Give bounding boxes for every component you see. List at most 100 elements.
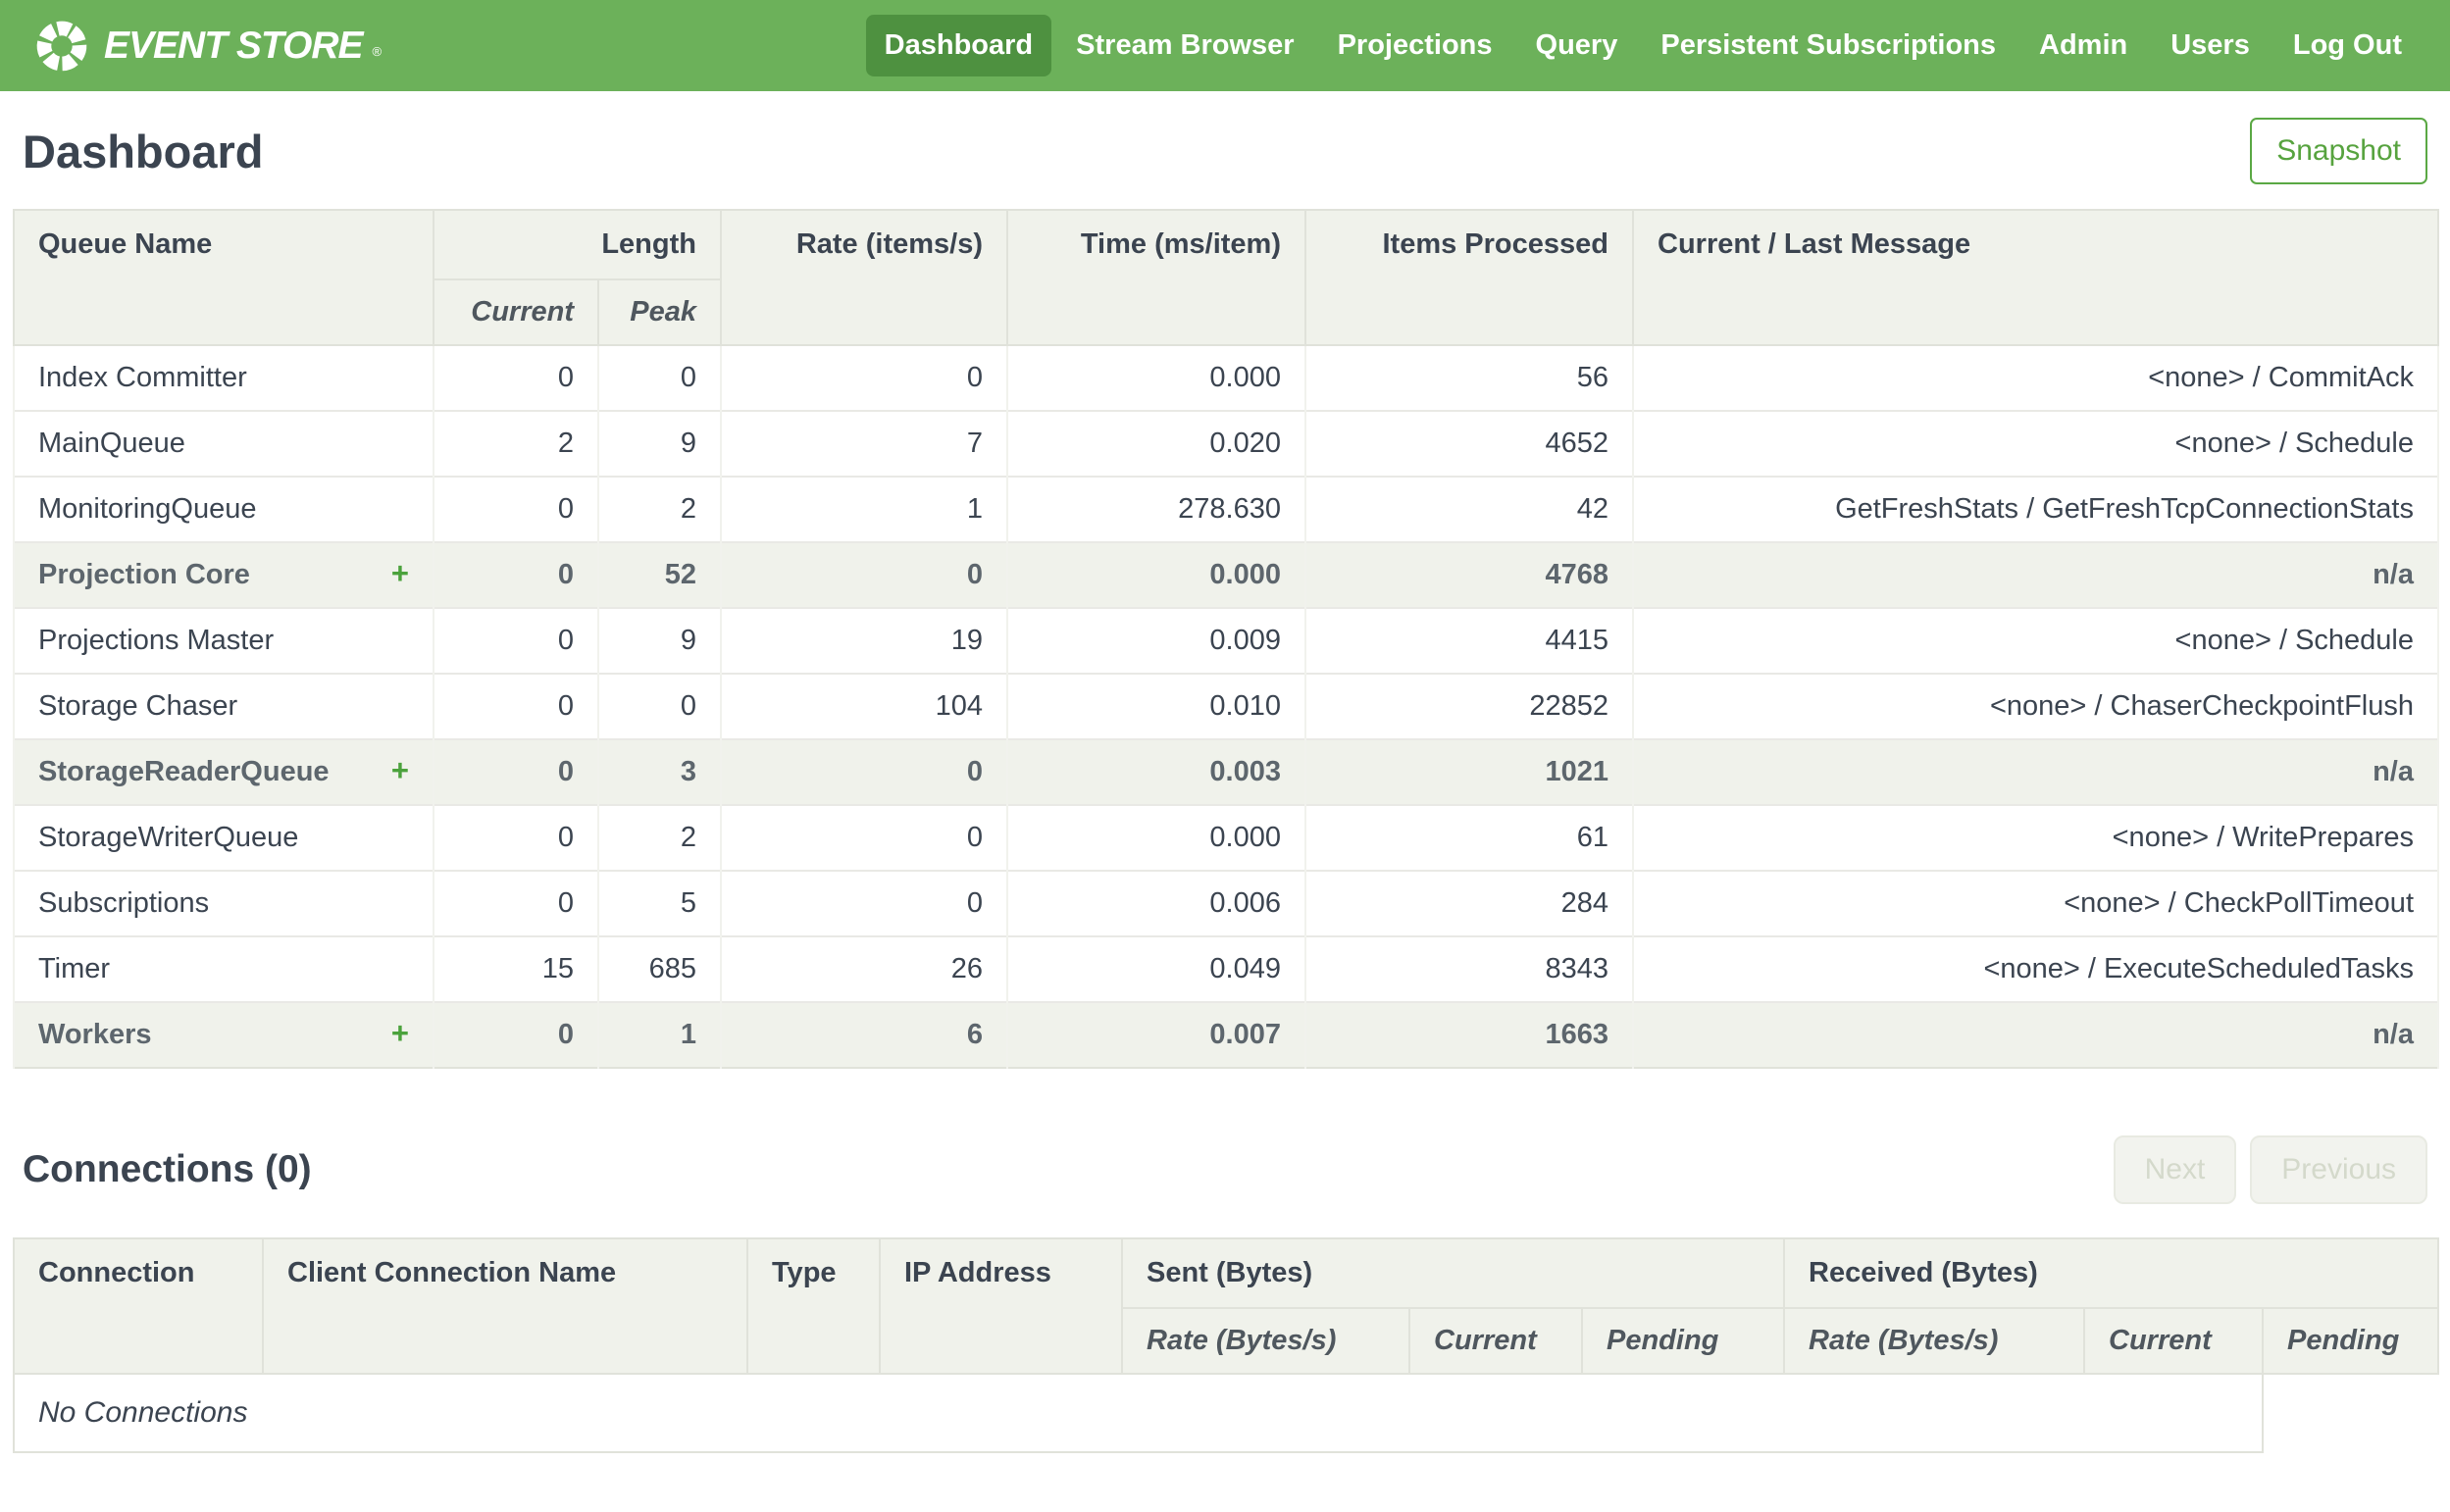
queue-name: Workers [38, 1019, 152, 1050]
no-connections-message: No Connections [12, 1373, 2265, 1453]
queue-name-cell: Workers + [13, 1001, 434, 1068]
queue-message-cell: <none> / Schedule [1632, 410, 2439, 477]
queue-rate-cell: 0 [720, 738, 1008, 805]
queue-table-header: Queue Name Length Rate (items/s) Time (m… [13, 209, 2439, 346]
queue-peak-cell: 9 [597, 410, 722, 477]
queue-rate-cell: 7 [720, 410, 1008, 477]
queue-rate-cell: 104 [720, 673, 1008, 739]
queue-rate-cell: 6 [720, 1001, 1008, 1068]
queue-rate-cell: 0 [720, 541, 1008, 608]
nav-item-users[interactable]: Users [2152, 15, 2269, 76]
expand-row-button[interactable]: + [391, 1018, 409, 1048]
queue-name-cell: Projection Core + [13, 541, 434, 608]
queue-name: StorageWriterQueue [38, 822, 299, 853]
queue-peak-cell: 52 [597, 541, 722, 608]
queue-peak-cell: 685 [597, 935, 722, 1002]
queue-peak-cell: 2 [597, 476, 722, 542]
queue-message-cell: <none> / CheckPollTimeout [1632, 870, 2439, 936]
queue-message-cell: <none> / Schedule [1632, 607, 2439, 674]
expand-row-button[interactable]: + [391, 558, 409, 588]
queue-peak-cell: 2 [597, 804, 722, 871]
queue-message-cell: n/a [1632, 738, 2439, 805]
queue-peak-cell: 0 [597, 673, 722, 739]
previous-button[interactable]: Previous [2250, 1135, 2427, 1204]
queue-items-cell: 61 [1304, 804, 1634, 871]
nav-item-projections[interactable]: Projections [1319, 15, 1511, 76]
queue-time-cell: 0.000 [1006, 804, 1306, 871]
queue-name: Storage Chaser [38, 690, 238, 722]
queue-peak-cell: 3 [597, 738, 722, 805]
nav-item-admin[interactable]: Admin [2020, 15, 2146, 76]
col-sent-pending: Pending [1580, 1307, 1786, 1375]
col-type: Type [746, 1237, 881, 1375]
snapshot-button[interactable]: Snapshot [2250, 118, 2427, 184]
queue-name: StorageReaderQueue [38, 756, 330, 787]
col-sent-bytes: Sent (Bytes) [1120, 1237, 1786, 1309]
queue-name: Index Committer [38, 362, 247, 393]
top-nav: EVENT STORE ® Dashboard Stream Browser P… [0, 0, 2450, 91]
expand-row-button[interactable]: + [391, 755, 409, 785]
queue-name-cell: Projections Master [13, 607, 434, 674]
queue-current-cell: 0 [433, 804, 599, 871]
queue-items-cell: 284 [1304, 870, 1634, 936]
queue-items-cell: 42 [1304, 476, 1634, 542]
queue-current-cell: 0 [433, 870, 599, 936]
queue-items-cell: 1663 [1304, 1001, 1634, 1068]
queue-current-cell: 0 [433, 344, 599, 411]
nav-menu: Dashboard Stream Browser Projections Que… [865, 15, 2421, 76]
nav-item-query[interactable]: Query [1517, 15, 1637, 76]
nav-item-log-out[interactable]: Log Out [2274, 15, 2421, 76]
queue-row: Storage Chaser 0 0 104 0.010 22852 <none… [13, 673, 2439, 739]
col-ip-address: IP Address [879, 1237, 1123, 1375]
queue-name-cell: MonitoringQueue [13, 476, 434, 542]
queue-time-cell: 0.010 [1006, 673, 1306, 739]
queue-row: Subscriptions 0 5 0 0.006 284 <none> / C… [13, 870, 2439, 936]
queue-rate-cell: 26 [720, 935, 1008, 1002]
queue-current-cell: 2 [433, 410, 599, 477]
queue-name-cell: Index Committer [13, 344, 434, 411]
queue-peak-cell: 5 [597, 870, 722, 936]
col-length-current: Current [433, 278, 599, 346]
queue-items-cell: 8343 [1304, 935, 1634, 1002]
page-header: Dashboard Snapshot [13, 91, 2437, 209]
event-store-logo[interactable]: EVENT STORE ® [35, 20, 382, 73]
queue-name-cell: StorageWriterQueue [13, 804, 434, 871]
queue-time-cell: 0.049 [1006, 935, 1306, 1002]
nav-item-stream-browser[interactable]: Stream Browser [1057, 15, 1312, 76]
queue-items-cell: 4652 [1304, 410, 1634, 477]
queue-row: MonitoringQueue 0 2 1 278.630 42 GetFres… [13, 476, 2439, 542]
queue-group-row: StorageReaderQueue + 0 3 0 0.003 1021 n/a [13, 738, 2439, 805]
queue-rate-cell: 0 [720, 870, 1008, 936]
page-title: Dashboard [23, 125, 264, 177]
queue-group-row: Projection Core + 0 52 0 0.000 4768 n/a [13, 541, 2439, 608]
queue-name-cell: Storage Chaser [13, 673, 434, 739]
queue-table: Queue Name Length Rate (items/s) Time (m… [13, 209, 2439, 1069]
queue-name: Timer [38, 953, 111, 984]
queue-peak-cell: 9 [597, 607, 722, 674]
queue-items-cell: 22852 [1304, 673, 1634, 739]
queue-rate-cell: 19 [720, 607, 1008, 674]
queue-name: MainQueue [38, 428, 185, 459]
nav-item-persistent-subscriptions[interactable]: Persistent Subscriptions [1642, 15, 2015, 76]
nav-item-dashboard[interactable]: Dashboard [865, 15, 1052, 76]
queue-message-cell: <none> / WritePrepares [1632, 804, 2439, 871]
queue-time-cell: 0.006 [1006, 870, 1306, 936]
main-content: Dashboard Snapshot Queue Name Length Rat… [0, 91, 2450, 1512]
queue-time-cell: 0.009 [1006, 607, 1306, 674]
queue-message-cell: GetFreshStats / GetFreshTcpConnectionSta… [1632, 476, 2439, 542]
col-received-pending: Pending [2262, 1307, 2440, 1375]
col-items-processed: Items Processed [1304, 209, 1634, 346]
col-connection: Connection [13, 1237, 264, 1375]
queue-message-cell: n/a [1632, 541, 2439, 608]
connections-pager: Next Previous [2113, 1135, 2427, 1204]
next-button[interactable]: Next [2113, 1135, 2237, 1204]
col-received-current: Current [2083, 1307, 2265, 1375]
queue-current-cell: 0 [433, 476, 599, 542]
queue-current-cell: 0 [433, 607, 599, 674]
queue-items-cell: 1021 [1304, 738, 1634, 805]
queue-group-row: Workers + 0 1 6 0.007 1663 n/a [13, 1001, 2439, 1068]
queue-name: Projection Core [38, 559, 250, 590]
queue-time-cell: 0.020 [1006, 410, 1306, 477]
queue-current-cell: 0 [433, 541, 599, 608]
col-time: Time (ms/item) [1006, 209, 1306, 346]
